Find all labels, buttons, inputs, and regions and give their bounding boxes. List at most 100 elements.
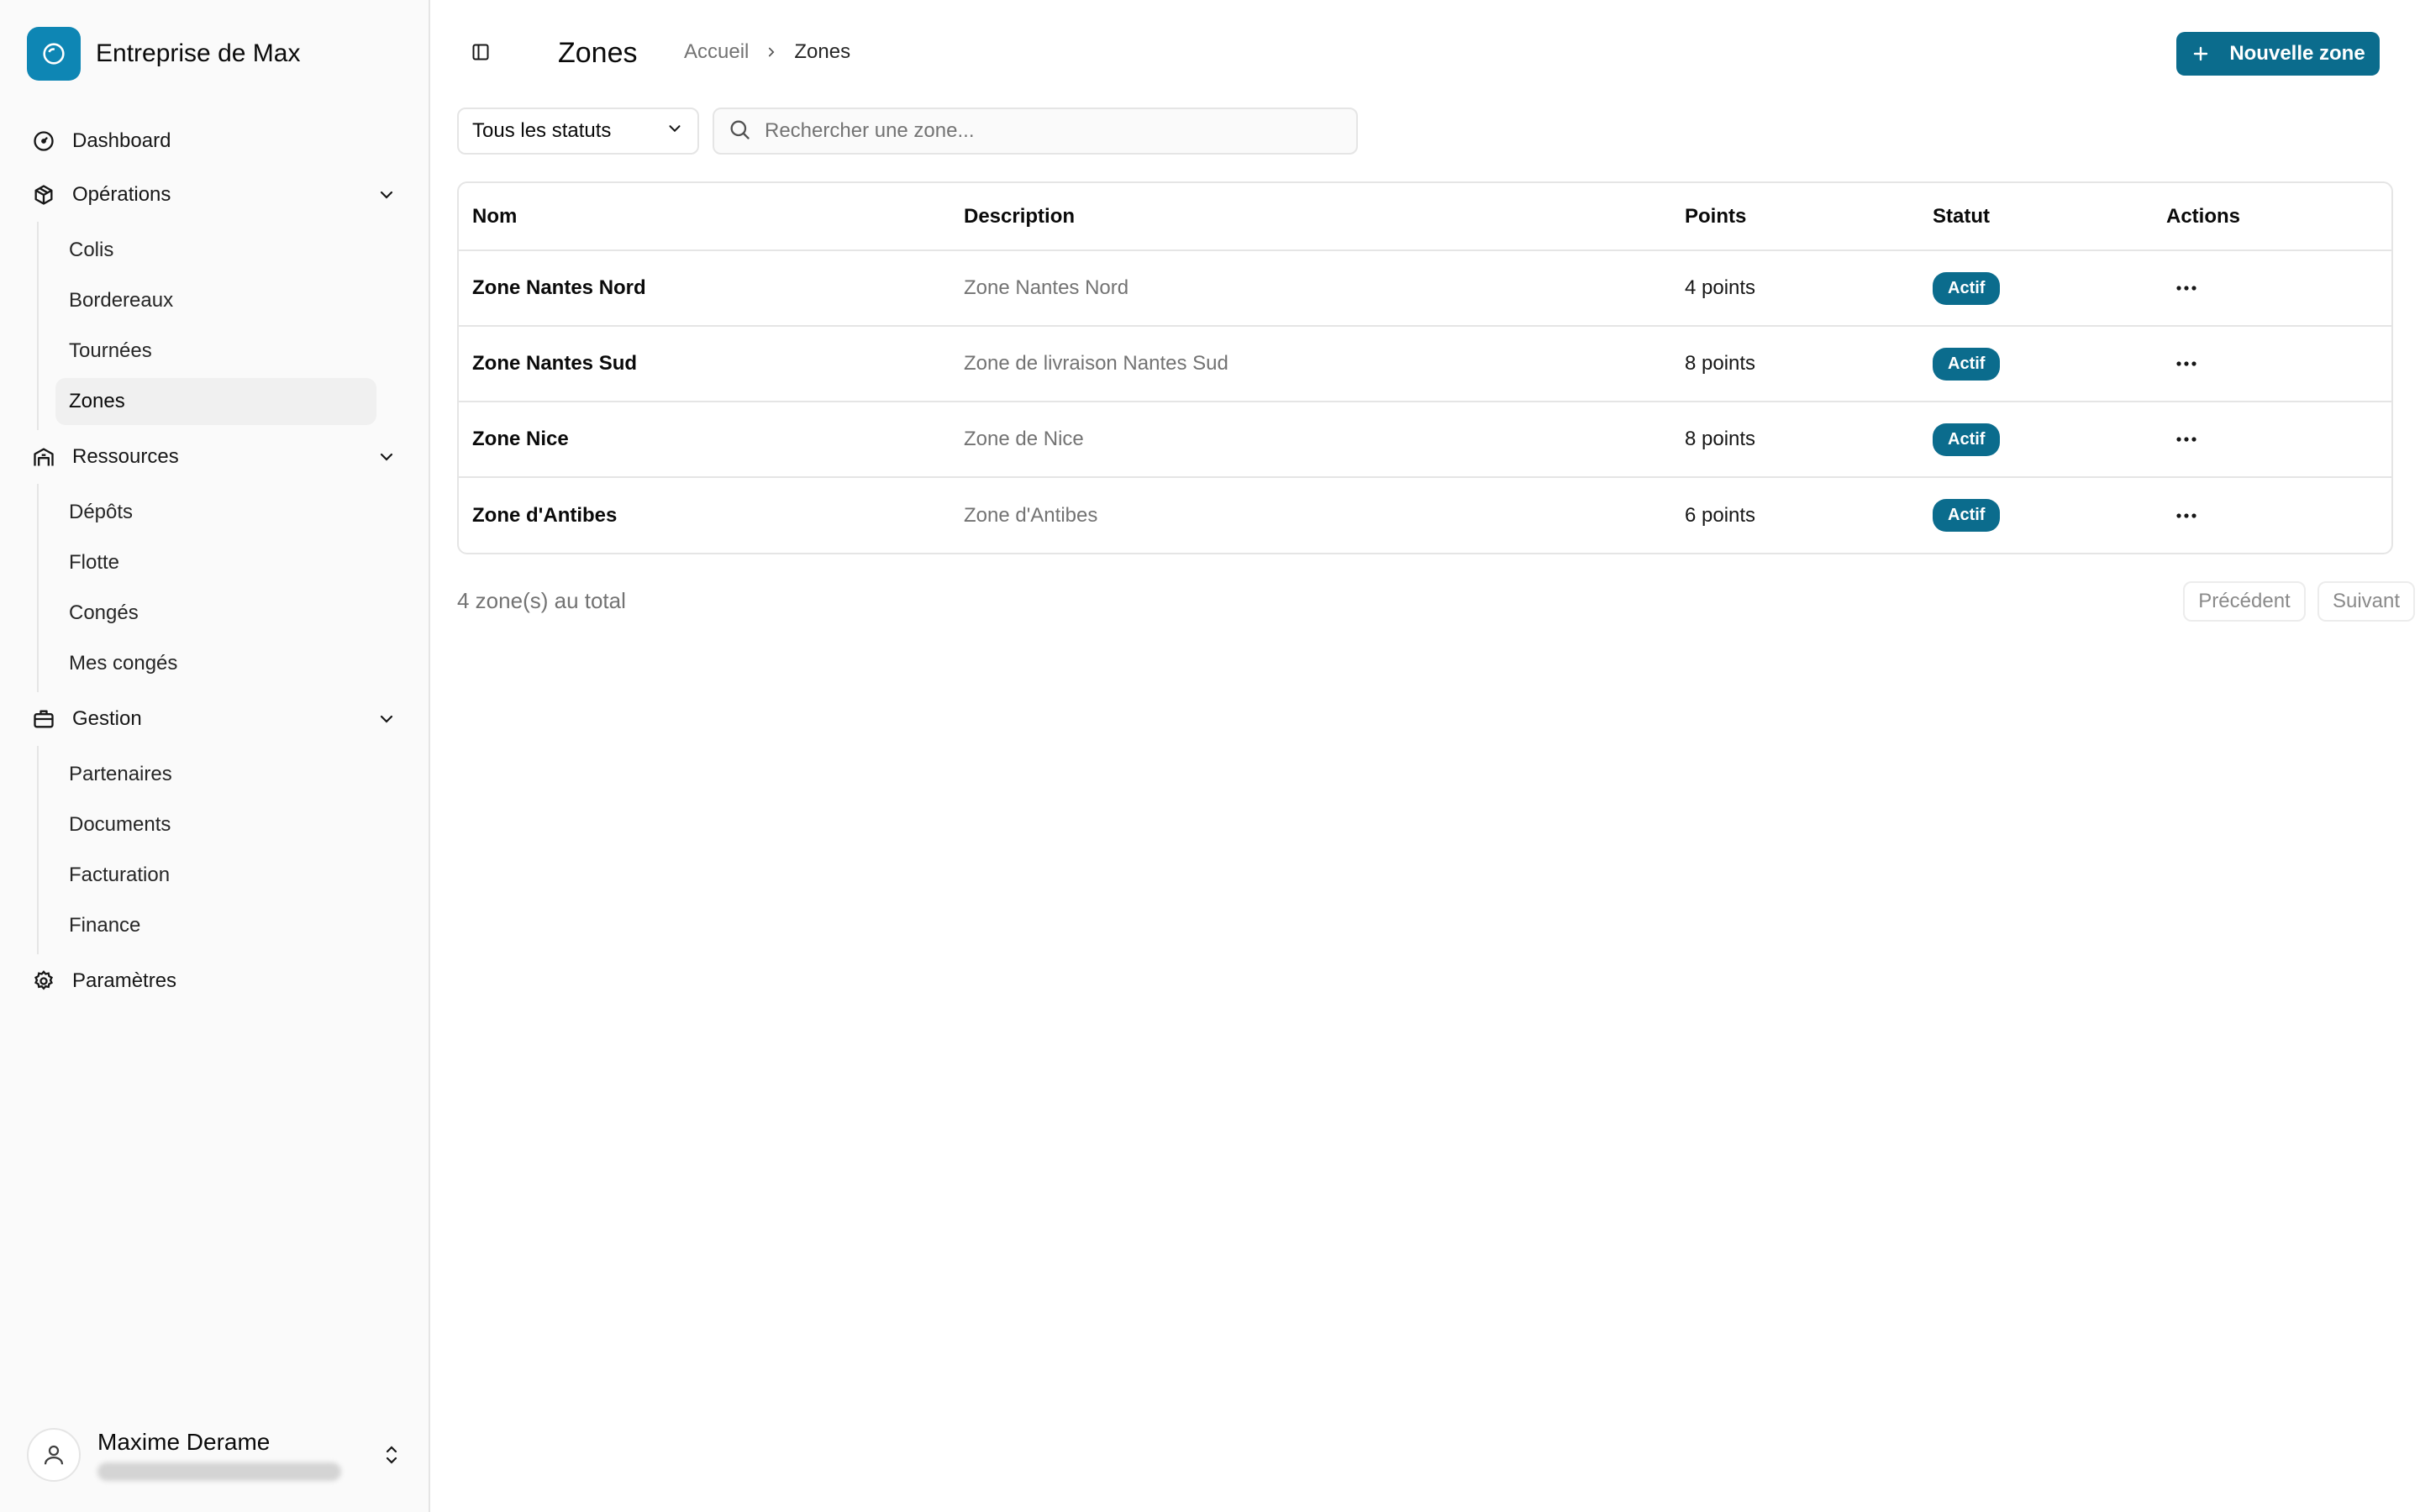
zones-table: Nom Description Points Statut Actions Zo… — [457, 181, 2393, 554]
brand[interactable]: Entreprise de Max — [27, 27, 300, 81]
zone-actions-cell — [2153, 326, 2391, 402]
package-icon — [30, 181, 57, 208]
status-badge: Actif — [1933, 499, 2001, 532]
avatar — [27, 1428, 81, 1482]
zone-actions-cell — [2153, 402, 2391, 478]
chevron-down-icon — [373, 706, 400, 732]
sidebar-item-parametres[interactable]: Paramètres — [20, 954, 410, 1008]
page-title: Zones — [558, 37, 638, 69]
chevron-down-icon — [666, 119, 684, 144]
user-info: Maxime Derame — [97, 1429, 378, 1481]
zone-description: Zone de Nice — [950, 402, 1671, 478]
sidebar-item-flotte[interactable]: Flotte — [55, 539, 376, 586]
sidebar-item-label: Paramètres — [72, 969, 177, 992]
circle-logo-icon — [27, 27, 81, 81]
sidebar-group-operations[interactable]: Opérations — [20, 168, 410, 222]
column-header-name: Nom — [459, 183, 950, 251]
status-badge: Actif — [1933, 271, 2001, 305]
sidebar-item-mes-conges[interactable]: Mes congés — [55, 640, 376, 687]
zone-name: Zone d'Antibes — [472, 503, 618, 527]
search-box — [713, 108, 1358, 155]
table-row[interactable]: Zone d'Antibes Zone d'Antibes 6 points A… — [459, 477, 2391, 553]
chevron-right-icon — [764, 45, 779, 60]
ellipsis-icon — [2176, 361, 2196, 366]
more-actions-button[interactable] — [2166, 423, 2207, 456]
zone-points: 4 points — [1671, 250, 1919, 327]
user-email-redacted — [97, 1462, 341, 1481]
new-zone-button[interactable]: Nouvelle zone — [2176, 32, 2380, 76]
previous-page-button[interactable]: Précédent — [2183, 581, 2306, 622]
sidebar-subnav-operations: Colis Bordereaux Tournées Zones — [37, 222, 410, 430]
zone-name: Zone Nantes Sud — [459, 326, 950, 402]
zone-name: Zone Nantes Nord — [459, 250, 950, 327]
status-badge: Actif — [1933, 347, 2001, 381]
column-header-description: Description — [950, 183, 1671, 251]
plus-icon — [2191, 44, 2211, 64]
status-filter-select[interactable]: Tous les statuts — [457, 108, 699, 155]
user-name: Maxime Derame — [97, 1429, 271, 1455]
sidebar-group-label: Opérations — [72, 183, 171, 206]
sidebar-item-facturation[interactable]: Facturation — [55, 852, 376, 899]
sidebar-group-gestion[interactable]: Gestion — [20, 692, 410, 746]
sidebar-item-label: Dashboard — [72, 129, 171, 152]
more-actions-button[interactable] — [2166, 271, 2207, 305]
sidebar: Entreprise de Max Dashboard Opérations C… — [0, 0, 430, 1512]
sidebar-item-zones[interactable]: Zones — [55, 378, 376, 425]
sidebar-nav: Dashboard Opérations Colis Bordereaux To… — [20, 114, 410, 1008]
dashboard-gauge-icon — [30, 128, 57, 155]
search-icon — [728, 118, 751, 145]
brand-name: Entreprise de Max — [96, 39, 301, 67]
ellipsis-icon — [2176, 512, 2196, 518]
sidebar-item-depots[interactable]: Dépôts — [55, 489, 376, 536]
sidebar-item-documents[interactable]: Documents — [55, 801, 376, 848]
column-header-actions: Actions — [2153, 183, 2391, 251]
more-actions-button[interactable] — [2166, 499, 2207, 533]
zone-description: Zone d'Antibes — [964, 503, 1098, 527]
sidebar-subnav-ressources: Dépôts Flotte Congés Mes congés — [37, 484, 410, 692]
breadcrumb-current: Zones — [794, 40, 851, 63]
chevrons-up-down-icon — [378, 1441, 405, 1468]
briefcase-icon — [30, 706, 57, 732]
table-row[interactable]: Zone Nantes Sud Zone de livraison Nantes… — [459, 326, 2391, 402]
sidebar-group-label: Ressources — [72, 445, 179, 468]
sidebar-item-tournees[interactable]: Tournées — [55, 328, 376, 375]
zone-name: Zone Nice — [459, 402, 950, 478]
chevron-down-icon — [373, 181, 400, 208]
next-page-button[interactable]: Suivant — [2317, 581, 2415, 622]
zone-status-cell: Actif — [1919, 326, 2153, 402]
chevron-down-icon — [373, 444, 400, 470]
search-input[interactable] — [765, 119, 1336, 143]
building-icon — [30, 444, 57, 470]
sidebar-item-colis[interactable]: Colis — [55, 227, 376, 274]
sidebar-group-ressources[interactable]: Ressources — [20, 430, 410, 484]
status-filter-value: Tous les statuts — [472, 119, 612, 142]
zone-points: 6 points — [1685, 503, 1756, 527]
zone-description: Zone de livraison Nantes Sud — [950, 326, 1671, 402]
breadcrumb-home-link[interactable]: Accueil — [684, 40, 749, 64]
user-menu[interactable]: Maxime Derame — [27, 1428, 405, 1482]
zone-points: 8 points — [1671, 326, 1919, 402]
main-content: Zones Accueil Zones Nouvelle zone Tous l… — [430, 0, 2420, 1512]
sidebar-item-finance[interactable]: Finance — [55, 902, 376, 949]
column-header-points: Points — [1671, 183, 1919, 251]
ellipsis-icon — [2176, 437, 2196, 442]
total-count: 4 zone(s) au total — [457, 588, 626, 613]
breadcrumb: Accueil Zones — [684, 40, 850, 64]
sidebar-toggle-button[interactable] — [464, 37, 497, 71]
gear-icon — [30, 968, 57, 995]
sidebar-item-partenaires[interactable]: Partenaires — [55, 751, 376, 798]
zone-points: 8 points — [1671, 402, 1919, 478]
zone-description: Zone Nantes Nord — [950, 250, 1671, 327]
zone-status-cell: Actif — [1919, 477, 2153, 553]
sidebar-item-dashboard[interactable]: Dashboard — [20, 114, 410, 168]
table-row[interactable]: Zone Nantes Nord Zone Nantes Nord 4 poin… — [459, 250, 2391, 327]
new-zone-label: Nouvelle zone — [2229, 42, 2365, 65]
zone-actions-cell — [2153, 477, 2391, 553]
sidebar-subnav-gestion: Partenaires Documents Facturation Financ… — [37, 746, 410, 954]
more-actions-button[interactable] — [2166, 347, 2207, 381]
sidebar-group-label: Gestion — [72, 707, 142, 730]
sidebar-item-conges[interactable]: Congés — [55, 590, 376, 637]
zone-status-cell: Actif — [1919, 402, 2153, 478]
table-row[interactable]: Zone Nice Zone de Nice 8 points Actif — [459, 402, 2391, 478]
sidebar-item-bordereaux[interactable]: Bordereaux — [55, 277, 376, 324]
